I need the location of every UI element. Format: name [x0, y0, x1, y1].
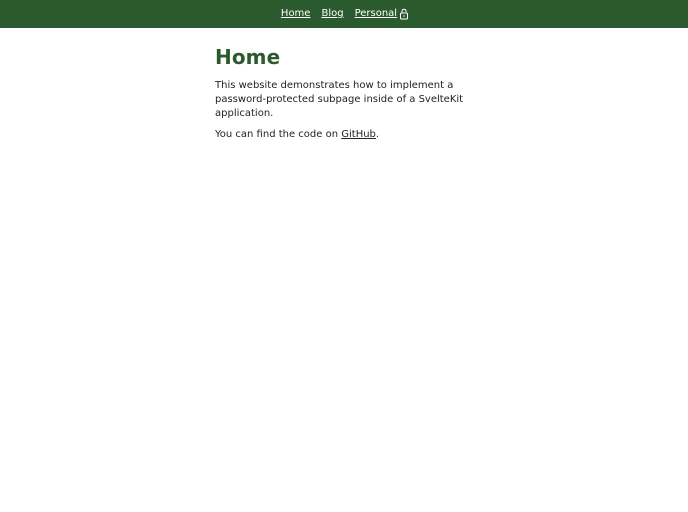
nav-link-personal[interactable]: Personal: [355, 8, 410, 20]
code-paragraph: You can find the code on GitHub.: [215, 128, 475, 142]
nav-link-home-label: Home: [280, 8, 311, 19]
nav-link-blog[interactable]: Blog: [321, 9, 343, 19]
code-paragraph-suffix: .: [375, 129, 380, 140]
code-paragraph-prefix: You can find the code on: [215, 129, 342, 140]
nav-link-personal-label: Personal: [354, 8, 398, 19]
lock-icon: [399, 8, 409, 20]
main-content: Home This website demonstrates how to im…: [215, 28, 475, 142]
github-link[interactable]: GitHub: [341, 129, 376, 140]
intro-paragraph: This website demonstrates how to impleme…: [215, 80, 464, 119]
nav-link-home[interactable]: Home: [281, 9, 311, 19]
nav-link-blog-label: Blog: [321, 8, 344, 19]
page-title: Home: [215, 45, 281, 69]
top-navigation-bar: Home Blog Personal: [0, 0, 688, 28]
